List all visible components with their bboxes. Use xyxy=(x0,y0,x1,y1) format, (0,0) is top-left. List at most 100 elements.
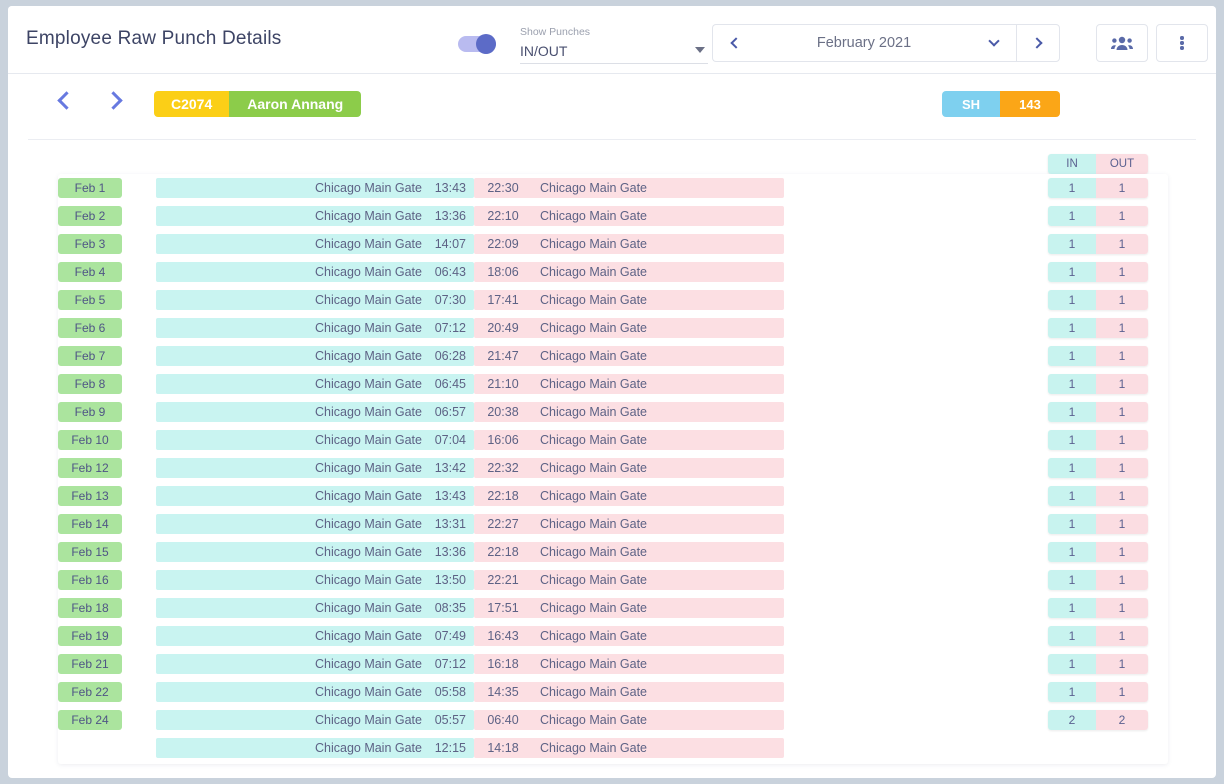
punch-in-cell[interactable]: Chicago Main Gate 14:07 xyxy=(156,234,474,254)
show-punches-select[interactable]: Show Punches IN/OUT xyxy=(520,20,708,64)
table-row[interactable]: Feb 9 Chicago Main Gate 06:57 20:38 Chicago … xyxy=(58,398,1168,426)
punch-in-cell[interactable]: Chicago Main Gate 07:12 xyxy=(156,318,474,338)
table-row[interactable]: Feb 14 Chicago Main Gate 13:31 22:27 Chicago… xyxy=(58,510,1168,538)
punch-in-cell[interactable]: Chicago Main Gate 05:57 xyxy=(156,710,474,730)
punch-out-cell[interactable]: 06:40 Chicago Main Gate xyxy=(474,710,784,730)
table-row[interactable]: Feb 22 Chicago Main Gate 05:58 14:35 Chicago… xyxy=(58,678,1168,706)
table-row[interactable]: Feb 13 Chicago Main Gate 13:43 22:18 Chicago… xyxy=(58,482,1168,510)
table-row[interactable]: Feb 10 Chicago Main Gate 07:04 16:06 Chicago… xyxy=(58,426,1168,454)
vertical-dots-icon xyxy=(1180,35,1184,52)
punch-out-cell[interactable]: 20:38 Chicago Main Gate xyxy=(474,402,784,422)
punch-out-location: Chicago Main Gate xyxy=(540,713,648,727)
table-row[interactable]: Feb 1 Chicago Main Gate 13:43 22:30 Chicago … xyxy=(58,174,1168,202)
punch-in-cell[interactable]: Chicago Main Gate 06:43 xyxy=(156,262,474,282)
out-count: 1 xyxy=(1096,262,1148,282)
punch-in-cell[interactable]: Chicago Main Gate 07:04 xyxy=(156,430,474,450)
punch-out-cell[interactable]: 16:43 Chicago Main Gate xyxy=(474,626,784,646)
page-title: Employee Raw Punch Details xyxy=(26,28,282,49)
table-row[interactable]: Feb 6 Chicago Main Gate 07:12 20:49 Chicago … xyxy=(58,314,1168,342)
punch-in-cell[interactable]: Chicago Main Gate 06:57 xyxy=(156,402,474,422)
punch-in-location: Chicago Main Gate xyxy=(314,741,422,755)
next-period-button[interactable] xyxy=(1016,24,1060,62)
employee-code: C2074 xyxy=(154,91,230,117)
punch-out-cell[interactable]: 21:47 Chicago Main Gate xyxy=(474,346,784,366)
row-date-chip: Feb 22 xyxy=(58,682,122,702)
punch-in-cell[interactable]: Chicago Main Gate 13:43 xyxy=(156,486,474,506)
table-row[interactable]: Feb 19 Chicago Main Gate 07:49 16:43 Chicago… xyxy=(58,622,1168,650)
in-out-count-cell: 11 xyxy=(1048,654,1148,674)
table-row[interactable]: Feb 7 Chicago Main Gate 06:28 21:47 Chicago … xyxy=(58,342,1168,370)
next-employee-button[interactable] xyxy=(104,91,123,110)
punch-in-cell[interactable]: Chicago Main Gate 12:15 xyxy=(156,738,474,758)
punch-in-cell[interactable]: Chicago Main Gate 13:31 xyxy=(156,514,474,534)
table-row[interactable]: Feb 15 Chicago Main Gate 13:36 22:18 Chicago… xyxy=(58,538,1168,566)
out-count: 1 xyxy=(1096,402,1148,422)
table-row[interactable]: Feb 4 Chicago Main Gate 06:43 18:06 Chicago … xyxy=(58,258,1168,286)
punch-out-cell[interactable]: 22:27 Chicago Main Gate xyxy=(474,514,784,534)
punch-in-cell[interactable]: Chicago Main Gate 07:12 xyxy=(156,654,474,674)
show-punches-toggle[interactable] xyxy=(458,34,500,54)
row-date-chip: Feb 24 xyxy=(58,710,122,730)
table-row[interactable]: Chicago Main Gate 12:15 14:18 Chicago Main … xyxy=(58,734,1168,762)
punch-in-location: Chicago Main Gate xyxy=(314,685,422,699)
period-dropdown-button[interactable] xyxy=(972,24,1016,62)
punch-out-cell[interactable]: 16:06 Chicago Main Gate xyxy=(474,430,784,450)
punch-in-location: Chicago Main Gate xyxy=(314,461,422,475)
punch-out-cell[interactable]: 22:10 Chicago Main Gate xyxy=(474,206,784,226)
punch-out-cell[interactable]: 21:10 Chicago Main Gate xyxy=(474,374,784,394)
punch-out-cell[interactable]: 22:21 Chicago Main Gate xyxy=(474,570,784,590)
punch-out-time: 22:18 xyxy=(487,545,519,559)
punch-out-cell[interactable]: 22:09 Chicago Main Gate xyxy=(474,234,784,254)
table-row[interactable]: Feb 8 Chicago Main Gate 06:45 21:10 Chicago … xyxy=(58,370,1168,398)
table-row[interactable]: Feb 12 Chicago Main Gate 13:42 22:32 Chicago… xyxy=(58,454,1168,482)
punch-in-cell[interactable]: Chicago Main Gate 13:43 xyxy=(156,178,474,198)
punch-out-cell[interactable]: 22:18 Chicago Main Gate xyxy=(474,542,784,562)
employee-badge[interactable]: C2074 Aaron Annang xyxy=(154,91,362,117)
punch-out-cell[interactable]: 22:32 Chicago Main Gate xyxy=(474,458,784,478)
punch-out-cell[interactable]: 17:51 Chicago Main Gate xyxy=(474,598,784,618)
punch-in-cell[interactable]: Chicago Main Gate 06:28 xyxy=(156,346,474,366)
punch-in-location: Chicago Main Gate xyxy=(314,349,422,363)
punch-in-cell[interactable]: Chicago Main Gate 05:58 xyxy=(156,682,474,702)
punch-out-cell[interactable]: 18:06 Chicago Main Gate xyxy=(474,262,784,282)
punch-in-cell[interactable]: Chicago Main Gate 06:45 xyxy=(156,374,474,394)
table-row[interactable]: Feb 2 Chicago Main Gate 13:36 22:10 Chicago … xyxy=(58,202,1168,230)
prev-period-button[interactable] xyxy=(712,24,756,62)
punch-in-cell[interactable]: Chicago Main Gate 13:36 xyxy=(156,206,474,226)
punch-in-cell[interactable]: Chicago Main Gate 13:42 xyxy=(156,458,474,478)
punch-out-cell[interactable]: 22:18 Chicago Main Gate xyxy=(474,486,784,506)
in-out-column-header: IN OUT xyxy=(1048,154,1148,174)
chevron-down-icon[interactable] xyxy=(695,47,705,53)
punch-in-cell[interactable]: Chicago Main Gate 08:35 xyxy=(156,598,474,618)
punch-out-location: Chicago Main Gate xyxy=(540,489,648,503)
in-out-count-cell: 11 xyxy=(1048,402,1148,422)
punch-in-cell[interactable]: Chicago Main Gate 13:36 xyxy=(156,542,474,562)
table-row[interactable]: Feb 3 Chicago Main Gate 14:07 22:09 Chicago … xyxy=(58,230,1168,258)
punch-out-cell[interactable]: 20:49 Chicago Main Gate xyxy=(474,318,784,338)
employee-picker-button[interactable] xyxy=(1096,24,1148,62)
table-row[interactable]: Feb 21 Chicago Main Gate 07:12 16:18 Chicago… xyxy=(58,650,1168,678)
out-count: 1 xyxy=(1096,206,1148,226)
punch-out-cell[interactable]: 14:35 Chicago Main Gate xyxy=(474,682,784,702)
table-row[interactable]: Feb 16 Chicago Main Gate 13:50 22:21 Chicago… xyxy=(58,566,1168,594)
punch-in-cell[interactable]: Chicago Main Gate 07:30 xyxy=(156,290,474,310)
in-count: 2 xyxy=(1048,710,1096,730)
punch-out-cell[interactable]: 14:18 Chicago Main Gate xyxy=(474,738,784,758)
more-options-button[interactable] xyxy=(1156,24,1208,62)
shift-badge[interactable]: SH 143 xyxy=(942,91,1060,117)
punch-in-cell[interactable]: Chicago Main Gate 07:49 xyxy=(156,626,474,646)
punch-in-location: Chicago Main Gate xyxy=(314,573,422,587)
punch-in-cell[interactable]: Chicago Main Gate 13:50 xyxy=(156,570,474,590)
chevron-left-icon xyxy=(57,91,76,110)
in-out-count-cell: 22 xyxy=(1048,710,1148,730)
previous-employee-button[interactable] xyxy=(57,91,76,110)
table-row[interactable]: Feb 24 Chicago Main Gate 05:57 06:40 Chicago… xyxy=(58,706,1168,734)
punch-out-cell[interactable]: 22:30 Chicago Main Gate xyxy=(474,178,784,198)
table-row[interactable]: Feb 5 Chicago Main Gate 07:30 17:41 Chicago … xyxy=(58,286,1168,314)
punch-in-time: 13:43 xyxy=(434,489,466,503)
out-count: 1 xyxy=(1096,318,1148,338)
punch-out-cell[interactable]: 17:41 Chicago Main Gate xyxy=(474,290,784,310)
current-period-label[interactable]: February 2021 xyxy=(756,24,972,62)
table-row[interactable]: Feb 18 Chicago Main Gate 08:35 17:51 Chicago… xyxy=(58,594,1168,622)
punch-out-cell[interactable]: 16:18 Chicago Main Gate xyxy=(474,654,784,674)
